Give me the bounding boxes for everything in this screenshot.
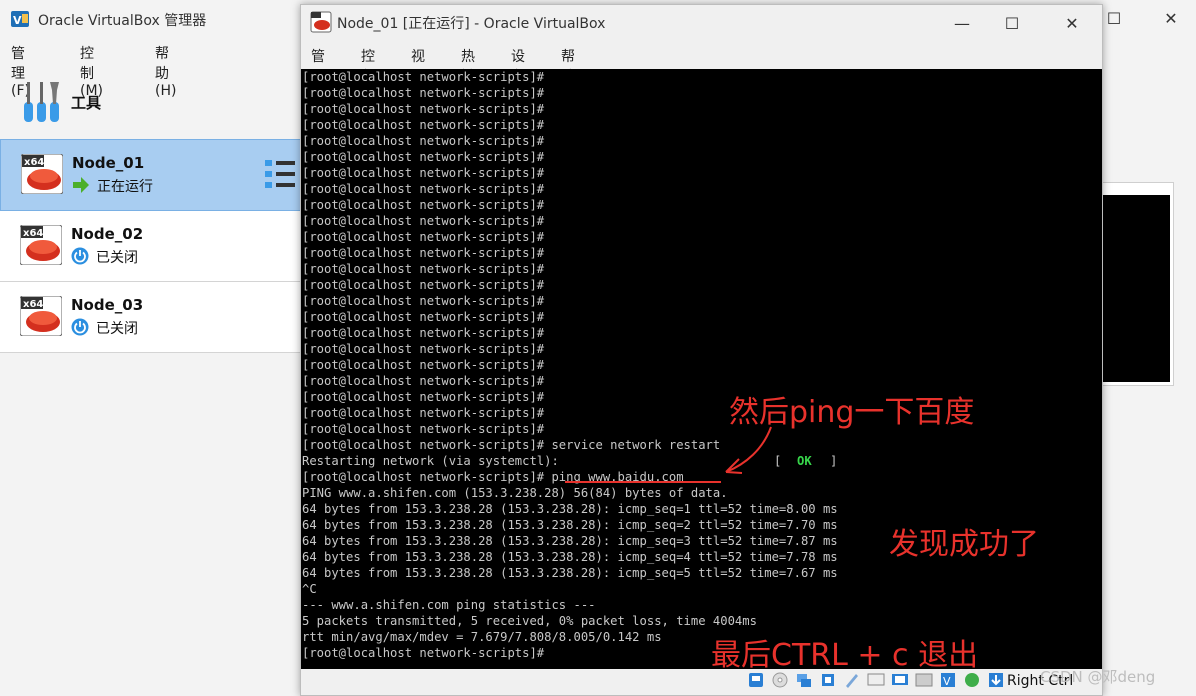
- maximize-button[interactable]: ☐: [999, 13, 1025, 35]
- vm-status-bar: [301, 669, 1102, 695]
- vm-console-screen[interactable]: [root@localhost network-scripts]# [root@…: [301, 69, 1102, 669]
- vm-window: Node_01 [正在运行] - Oracle VirtualBox — ☐ ✕…: [300, 4, 1103, 696]
- usb-icon[interactable]: [819, 671, 837, 689]
- network-icon[interactable]: [795, 671, 813, 689]
- vm-os-icon: x64: [20, 225, 62, 265]
- keyboard-capture-icon[interactable]: [987, 671, 1005, 689]
- vm-list-item-node03[interactable]: x64 Node_03 已关闭: [0, 282, 300, 353]
- vm-state: 已关闭: [96, 321, 138, 337]
- shared-folders-icon[interactable]: [843, 671, 861, 689]
- mouse-integration-icon[interactable]: [963, 671, 981, 689]
- close-button[interactable]: ✕: [1059, 13, 1085, 35]
- vm-preview-screen: [1102, 195, 1170, 382]
- watermark: CSDN @邓deng: [1040, 668, 1156, 686]
- vm-window-title: Node_01 [正在运行] - Oracle VirtualBox: [337, 16, 606, 32]
- vm-title-bar: Node_01 [正在运行] - Oracle VirtualBox — ☐ ✕: [301, 5, 1102, 39]
- vm-list-item-node01[interactable]: x64 Node_01 正在运行: [0, 139, 302, 211]
- recording-icon[interactable]: [915, 671, 933, 689]
- annotation-exit: 最后CTRL + c 退出: [711, 638, 979, 669]
- vm-name: Node_02: [71, 225, 144, 243]
- annotation-success: 发现成功了: [889, 527, 1039, 562]
- vm-list-item-node02[interactable]: x64 Node_02 已关闭: [0, 211, 300, 282]
- close-button[interactable]: ✕: [1158, 8, 1184, 30]
- display-icon[interactable]: [867, 671, 885, 689]
- virtualbox-logo-icon: V: [11, 11, 29, 27]
- cpu-icon[interactable]: V: [939, 671, 957, 689]
- vm-state: 正在运行: [97, 179, 153, 195]
- vm-os-icon: x64: [20, 296, 62, 336]
- vm-state: 已关闭: [96, 250, 138, 266]
- power-off-icon: [71, 247, 89, 265]
- tools-icon: [24, 82, 59, 122]
- power-off-icon: [71, 318, 89, 336]
- video-capture-icon[interactable]: [891, 671, 909, 689]
- vm-window-icon: [310, 11, 332, 33]
- optical-drive-icon[interactable]: [771, 671, 789, 689]
- vm-os-icon: x64: [21, 154, 63, 194]
- tools-label: 工具: [71, 94, 102, 112]
- svg-text:x64: x64: [24, 157, 44, 168]
- annotation-markup: [565, 426, 772, 483]
- svg-text:x64: x64: [23, 299, 43, 310]
- vm-name: Node_03: [71, 296, 144, 314]
- svg-text:V: V: [13, 14, 22, 27]
- svg-text:V: V: [943, 675, 951, 688]
- minimize-button[interactable]: —: [949, 13, 975, 35]
- running-arrow-icon: [73, 177, 89, 193]
- manager-title: Oracle VirtualBox 管理器: [38, 13, 207, 29]
- svg-text:x64: x64: [23, 228, 43, 239]
- vm-name: Node_01: [72, 154, 145, 172]
- vm-details-menu-icon[interactable]: [263, 157, 297, 191]
- annotation-ping: 然后ping一下百度: [729, 395, 975, 430]
- maximize-button[interactable]: ☐: [1101, 8, 1127, 30]
- hard-disk-icon[interactable]: [747, 671, 765, 689]
